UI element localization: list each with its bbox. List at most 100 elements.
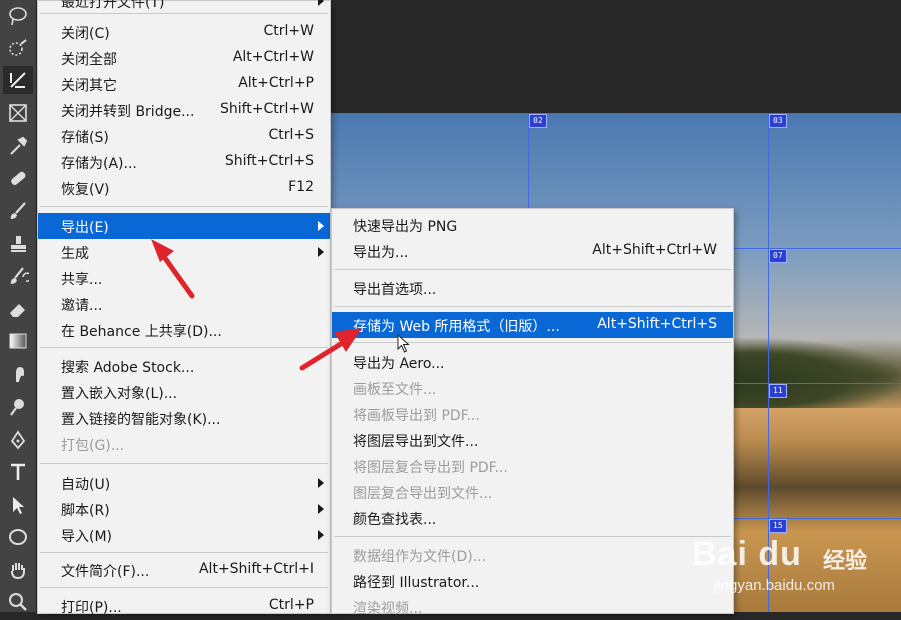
menu-item-share[interactable]: 共享... <box>38 265 330 291</box>
menu-item-artboards-to-files: 画板至文件... <box>332 375 733 401</box>
menu-item-label: 搜索 Adobe Stock... <box>61 360 195 376</box>
menu-separator <box>334 306 731 307</box>
menu-item-data-sets-as-files: 数据组作为文件(D)... <box>332 542 733 568</box>
slice-badge[interactable]: 02 <box>529 114 547 128</box>
menu-item-label: 快速导出为 PNG <box>353 219 458 235</box>
slice-badge[interactable]: 15 <box>769 519 787 533</box>
eraser-icon[interactable] <box>3 295 33 323</box>
hand-icon[interactable] <box>3 556 33 584</box>
menu-item-label: 导出(E) <box>61 220 109 236</box>
healing-brush-icon[interactable] <box>3 164 33 192</box>
menu-item-paths-to-illustrator[interactable]: 路径到 Illustrator... <box>332 568 733 594</box>
menu-item-color-lookup-tables[interactable]: 颜色查找表... <box>332 505 733 531</box>
menu-separator <box>40 347 328 348</box>
menu-separator <box>334 536 731 537</box>
menu-item-import[interactable]: 导入(M) <box>38 522 330 548</box>
menu-item-label: 存储为 Web 所用格式（旧版）... <box>353 319 560 335</box>
watermark-suffix: 经验 <box>823 549 868 574</box>
menu-item-close-go-bridge[interactable]: 关闭并转到 Bridge... Shift+Ctrl+W <box>38 97 330 123</box>
slice-badge[interactable]: 07 <box>769 249 787 263</box>
slice-badge[interactable]: 11 <box>769 384 787 398</box>
menu-item-scripts[interactable]: 脚本(R) <box>38 496 330 522</box>
menu-item-close-all[interactable]: 关闭全部 Alt+Ctrl+W <box>38 45 330 71</box>
menu-item-label: 最近打开文件(T) <box>61 0 165 11</box>
menu-item-close-others[interactable]: 关闭其它 Alt+Ctrl+P <box>38 71 330 97</box>
menu-item-label: 置入链接的智能对象(K)... <box>61 412 221 428</box>
pen-icon[interactable] <box>3 426 33 454</box>
menu-item-place-embedded[interactable]: 置入嵌入对象(L)... <box>38 379 330 405</box>
menu-item-label: 共享... <box>61 272 103 288</box>
menu-item-close[interactable]: 关闭(C) Ctrl+W <box>38 19 330 45</box>
type-icon[interactable] <box>3 458 33 486</box>
smudge-icon[interactable] <box>3 360 33 388</box>
menu-item-label: 置入嵌入对象(L)... <box>61 386 178 402</box>
menu-separator <box>40 552 328 553</box>
submenu-arrow-icon <box>318 247 324 257</box>
submenu-arrow-icon <box>318 478 324 488</box>
menu-item-label: 图层复合导出到文件... <box>353 486 493 502</box>
menu-item-shortcut: Alt+Shift+Ctrl+W <box>592 242 717 258</box>
frame-icon[interactable] <box>3 99 33 127</box>
menu-item-export-aero[interactable]: 导出为 Aero... <box>332 349 733 375</box>
menu-separator <box>40 206 328 207</box>
menu-item-save-for-web[interactable]: 存储为 Web 所用格式（旧版）... Alt+Shift+Ctrl+S <box>332 312 733 338</box>
menu-item-invite[interactable]: 邀请... <box>38 291 330 317</box>
crop-icon[interactable] <box>3 66 33 94</box>
menu-item-share-behance[interactable]: 在 Behance 上共享(D)... <box>38 317 330 343</box>
menu-separator <box>40 463 328 464</box>
slice-badge[interactable]: 03 <box>769 114 787 128</box>
menu-item-label: 存储为(A)... <box>61 156 137 172</box>
menu-item-revert[interactable]: 恢复(V) F12 <box>38 175 330 201</box>
export-submenu: 快速导出为 PNG 导出为... Alt+Shift+Ctrl+W 导出首选项.… <box>331 208 734 617</box>
menu-item-label: 打包(G)... <box>61 438 125 454</box>
menu-item-automate[interactable]: 自动(U) <box>38 470 330 496</box>
menu-item-shortcut: Shift+Ctrl+W <box>219 101 314 117</box>
menu-item-print[interactable]: 打印(P)... Ctrl+P <box>38 593 330 619</box>
menu-item-shortcut: Shift+Ctrl+S <box>224 153 314 169</box>
menu-item-shortcut: Ctrl+W <box>263 23 314 39</box>
gradient-icon[interactable] <box>3 327 33 355</box>
menu-item-label: 脚本(R) <box>61 503 110 519</box>
menu-item-save-as[interactable]: 存储为(A)... Shift+Ctrl+S <box>38 149 330 175</box>
menu-item-quick-export-png[interactable]: 快速导出为 PNG <box>332 212 733 238</box>
slice-line <box>330 113 901 114</box>
menu-item-export-preferences[interactable]: 导出首选项... <box>332 275 733 301</box>
lasso-icon[interactable] <box>3 2 33 30</box>
menu-item-label: 导出为 Aero... <box>353 356 445 372</box>
menu-item-label: 导出为... <box>353 245 409 261</box>
submenu-arrow-icon <box>318 0 324 6</box>
menu-item-package: 打包(G)... <box>38 431 330 457</box>
menu-item-label: 自动(U) <box>61 477 111 493</box>
menu-item-save[interactable]: 存储(S) Ctrl+S <box>38 123 330 149</box>
menu-item-search-adobe-stock[interactable]: 搜索 Adobe Stock... <box>38 353 330 379</box>
menu-item-shortcut: Alt+Ctrl+W <box>232 49 314 65</box>
menu-item-layers-to-files[interactable]: 将图层导出到文件... <box>332 427 733 453</box>
menu-separator <box>334 269 731 270</box>
watermark-url: jingyan.baidu.com <box>714 577 835 594</box>
menu-item-label: 在 Behance 上共享(D)... <box>61 324 222 340</box>
menu-item-label: 路径到 Illustrator... <box>353 575 480 591</box>
ellipse-icon[interactable] <box>3 523 33 551</box>
menu-item-label: 渲染视频... <box>353 601 423 617</box>
dodge-icon[interactable] <box>3 393 33 421</box>
menu-item-recent-files[interactable]: 最近打开文件(T) <box>38 0 330 14</box>
menu-item-shortcut: Ctrl+S <box>268 127 314 143</box>
menu-item-label: 关闭并转到 Bridge... <box>61 104 195 120</box>
menu-item-label: 恢复(V) <box>61 182 110 198</box>
menu-item-file-info[interactable]: 文件简介(F)... Alt+Shift+Ctrl+I <box>38 557 330 583</box>
menu-item-shortcut: Alt+Shift+Ctrl+S <box>597 316 717 332</box>
menu-item-label: 导入(M) <box>61 529 113 545</box>
path-selection-icon[interactable] <box>3 491 33 519</box>
menu-item-place-linked[interactable]: 置入链接的智能对象(K)... <box>38 405 330 431</box>
eyedropper-icon[interactable] <box>3 132 33 160</box>
brush-icon[interactable] <box>3 197 33 225</box>
menu-item-export[interactable]: 导出(E) <box>38 213 330 239</box>
menu-item-label: 将图层导出到文件... <box>353 434 479 450</box>
clone-stamp-icon[interactable] <box>3 230 33 258</box>
menu-item-label: 关闭(C) <box>61 26 110 42</box>
history-brush-icon[interactable] <box>3 262 33 290</box>
quick-selection-icon[interactable] <box>3 34 33 62</box>
menu-item-shortcut: Alt+Shift+Ctrl+I <box>198 561 314 577</box>
menu-item-generate[interactable]: 生成 <box>38 239 330 265</box>
menu-item-export-as[interactable]: 导出为... Alt+Shift+Ctrl+W <box>332 238 733 264</box>
